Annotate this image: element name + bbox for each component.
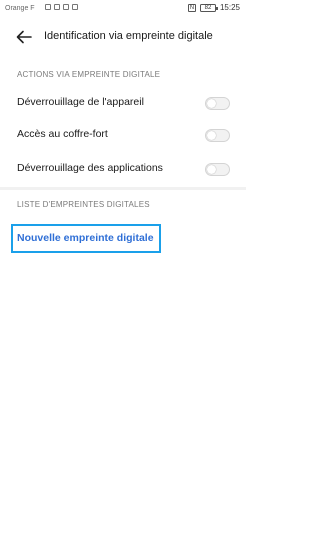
carrier-label: Orange F xyxy=(5,5,35,12)
safe-access-label: Accès au coffre-fort xyxy=(17,128,108,140)
notification-icons xyxy=(45,4,78,10)
nfc-icon: N xyxy=(187,3,196,12)
new-fingerprint-label: Nouvelle empreinte digitale xyxy=(17,232,154,244)
safe-access-toggle[interactable] xyxy=(205,129,230,142)
page-title: Identification via empreinte digitale xyxy=(44,30,213,42)
app-unlock-toggle[interactable] xyxy=(205,163,230,176)
app-unlock-row[interactable]: Déverrouillage des applications xyxy=(0,153,246,185)
new-fingerprint-button[interactable]: Nouvelle empreinte digitale xyxy=(11,224,161,253)
battery-icon: 82 xyxy=(199,3,218,12)
app-unlock-label: Déverrouillage des applications xyxy=(17,162,163,174)
status-bar: Orange F N 82 15:25 xyxy=(0,0,246,18)
image-icon xyxy=(63,4,69,10)
toggle-knob xyxy=(207,165,216,174)
device-unlock-label: Déverrouillage de l'appareil xyxy=(17,96,144,108)
back-arrow-icon[interactable] xyxy=(15,28,33,46)
toggle-knob xyxy=(207,99,216,108)
section-header-actions: ACTIONS VIA EMPREINTE DIGITALE xyxy=(17,70,161,79)
status-right: N 82 15:25 xyxy=(187,3,240,12)
section-divider xyxy=(0,187,246,190)
section-header-fingerprints: LISTE D'EMPREINTES DIGITALES xyxy=(17,200,150,209)
clock: 15:25 xyxy=(219,3,240,12)
device-unlock-row[interactable]: Déverrouillage de l'appareil xyxy=(0,87,246,119)
toggle-knob xyxy=(207,131,216,140)
signal-icon xyxy=(45,4,51,10)
settings-icon xyxy=(54,4,60,10)
safe-access-row[interactable]: Accès au coffre-fort xyxy=(0,119,246,151)
voicemail-icon xyxy=(72,4,78,10)
device-unlock-toggle[interactable] xyxy=(205,97,230,110)
app-header: Identification via empreinte digitale xyxy=(0,22,246,52)
